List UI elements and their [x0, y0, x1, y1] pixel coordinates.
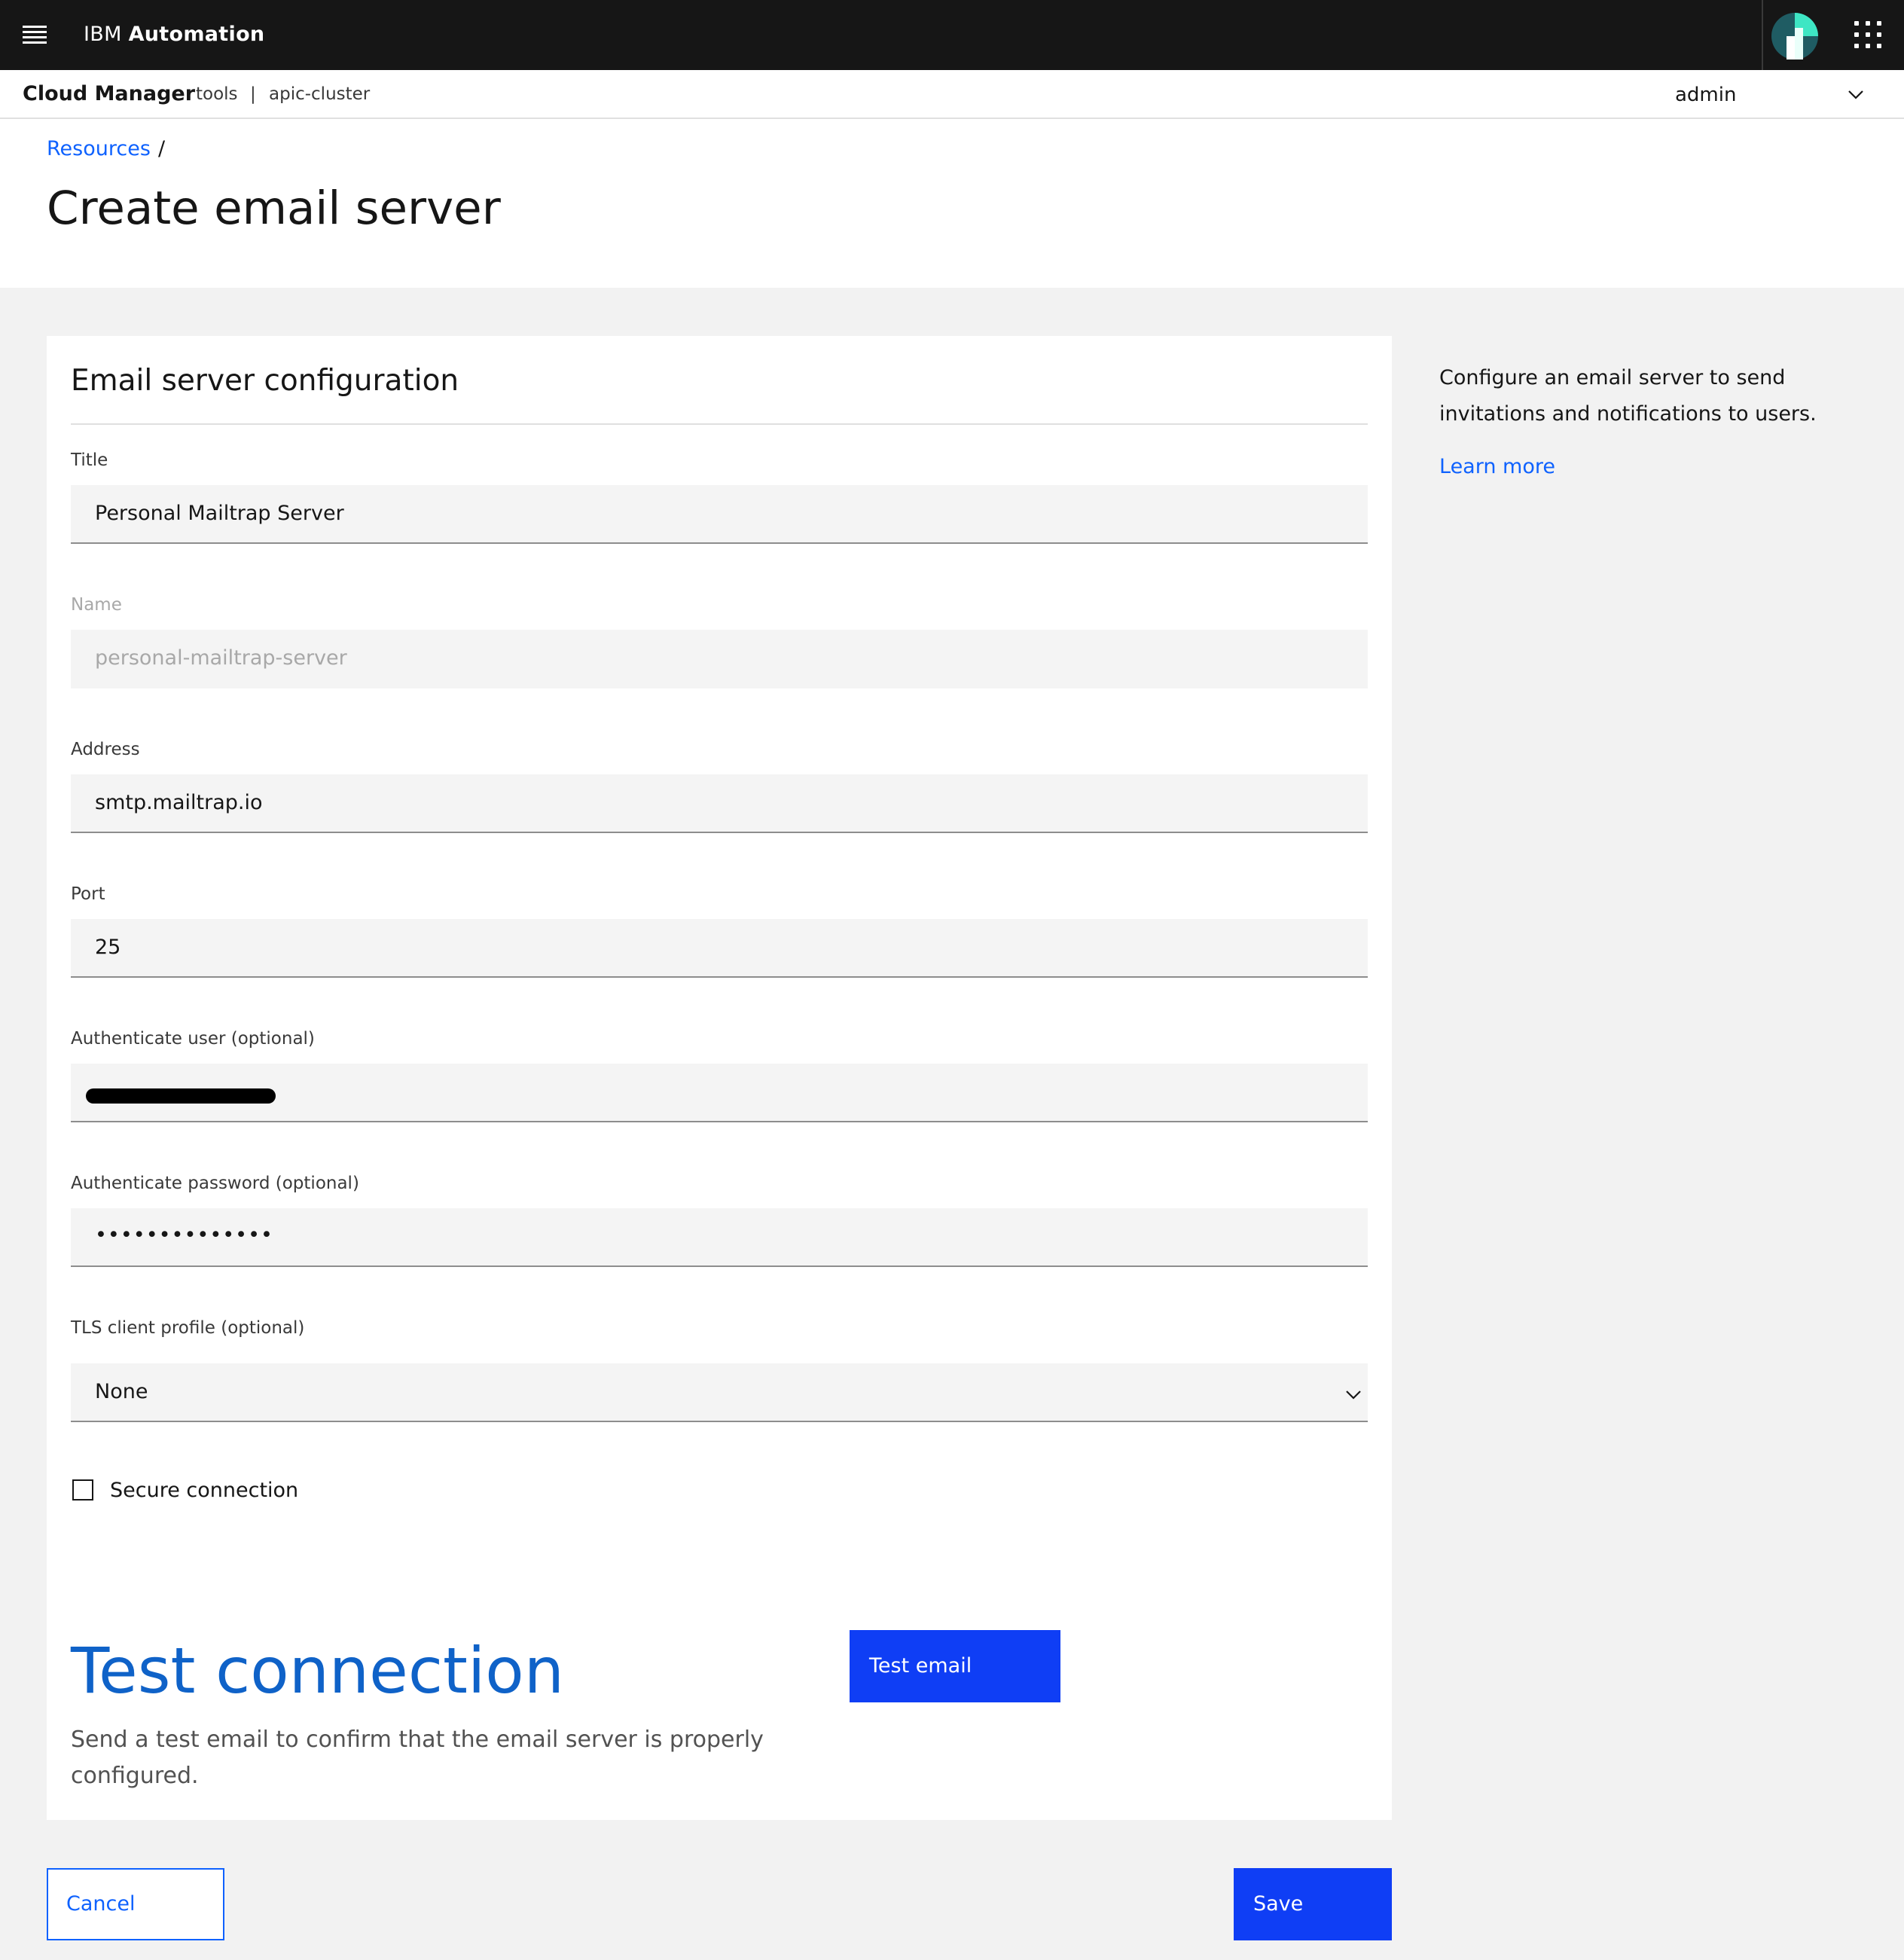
secure-connection-label: Secure connection: [110, 1479, 299, 1502]
email-server-form-card: Email server configuration Title Persona…: [47, 336, 1392, 1820]
port-label: Port: [71, 884, 105, 904]
product-name: Cloud Manager: [23, 82, 196, 105]
auth-password-input[interactable]: ••••••••••••••: [71, 1208, 1368, 1267]
port-input[interactable]: 25: [71, 919, 1368, 978]
name-input-value: personal-mailtrap-server: [95, 646, 347, 670]
section-title: Email server configuration: [71, 364, 459, 398]
context-separator: |: [250, 84, 256, 104]
brand: IBM Automation: [84, 21, 264, 48]
title-label: Title: [71, 450, 108, 470]
topbar-divider: [1762, 0, 1763, 70]
chevron-down-icon: [1848, 90, 1863, 99]
breadcrumb-resources-link[interactable]: Resources: [47, 136, 151, 163]
checkbox-unchecked-icon[interactable]: [72, 1479, 93, 1501]
learn-more-link[interactable]: Learn more: [1439, 453, 1555, 481]
brand-prefix: IBM: [84, 23, 122, 46]
save-button[interactable]: Save: [1234, 1868, 1392, 1940]
title-input[interactable]: Personal Mailtrap Server: [71, 485, 1368, 544]
tls-profile-select[interactable]: None: [71, 1363, 1368, 1422]
address-input[interactable]: smtp.mailtrap.io: [71, 774, 1368, 833]
page-title: Create email server: [47, 182, 501, 235]
title-input-value: Personal Mailtrap Server: [95, 502, 344, 525]
address-input-value: smtp.mailtrap.io: [95, 791, 263, 814]
cancel-button[interactable]: Cancel: [47, 1868, 224, 1940]
save-button-label: Save: [1253, 1892, 1304, 1916]
tls-profile-selected: None: [95, 1380, 148, 1403]
help-text: Configure an email server to send invita…: [1439, 366, 1817, 426]
app-logo-icon[interactable]: [1770, 11, 1820, 61]
redacted-value: [86, 1088, 276, 1104]
tls-profile-label: TLS client profile (optional): [71, 1318, 305, 1338]
app-switcher-icon[interactable]: [1854, 21, 1881, 48]
menu-icon[interactable]: [23, 26, 47, 45]
section-divider: [71, 423, 1368, 425]
auth-user-label: Authenticate user (optional): [71, 1029, 315, 1049]
chevron-down-icon: [1346, 1391, 1361, 1400]
auth-password-label: Authenticate password (optional): [71, 1174, 359, 1193]
context-bar: Cloud Manager tools | apic-cluster: [0, 70, 1904, 119]
test-email-button[interactable]: Test email: [850, 1630, 1060, 1702]
context-cluster: apic-cluster: [269, 84, 371, 104]
context-provider: tools: [196, 84, 238, 104]
brand-name: Automation: [128, 23, 265, 46]
top-navigation-bar: IBM Automation: [0, 0, 1904, 70]
user-menu[interactable]: admin: [1664, 70, 1904, 118]
port-input-value: 25: [95, 936, 121, 959]
test-email-button-label: Test email: [869, 1654, 972, 1678]
cancel-button-label: Cancel: [66, 1892, 136, 1916]
test-connection-description: Send a test email to confirm that the em…: [71, 1726, 764, 1789]
breadcrumb-separator: /: [158, 137, 166, 160]
test-connection-title: Test connection: [71, 1634, 564, 1708]
password-mask: ••••••••••••••: [95, 1223, 273, 1247]
name-label: Name: [71, 595, 122, 615]
name-input: personal-mailtrap-server: [71, 630, 1368, 688]
address-label: Address: [71, 740, 140, 759]
user-name: admin: [1675, 84, 1737, 106]
auth-user-input[interactable]: [71, 1064, 1368, 1122]
